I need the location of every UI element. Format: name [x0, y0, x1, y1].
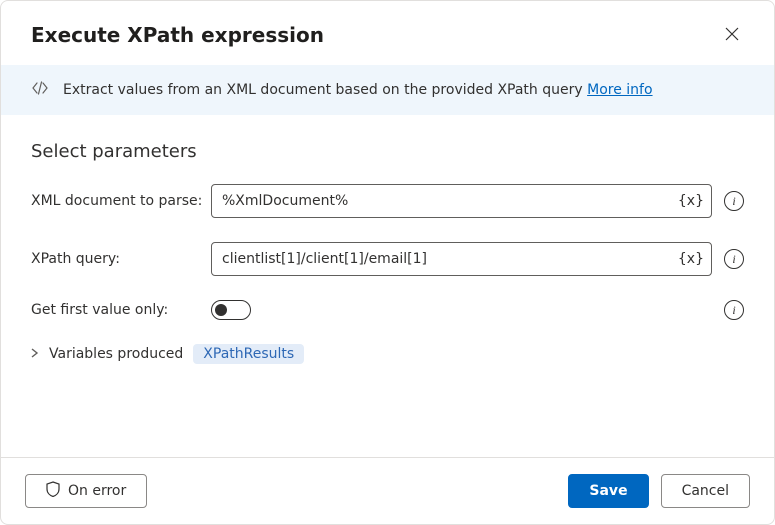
variable-picker-icon[interactable]: {x} [678, 251, 704, 267]
on-error-button[interactable]: On error [25, 474, 147, 508]
info-icon[interactable]: i [724, 191, 744, 211]
dialog-title: Execute XPath expression [31, 23, 324, 47]
section-title: Select parameters [31, 141, 744, 162]
xml-document-input[interactable] [211, 184, 712, 218]
info-text-content: Extract values from an XML document base… [63, 82, 587, 98]
cancel-button[interactable]: Cancel [661, 474, 750, 508]
close-button[interactable] [716, 19, 748, 51]
toggle-knob [215, 304, 227, 316]
variable-picker-icon[interactable]: {x} [678, 193, 704, 209]
xpath-query-input[interactable] [211, 242, 712, 276]
code-icon [31, 79, 49, 101]
dialog-header: Execute XPath expression [1, 1, 774, 65]
shield-icon [46, 481, 60, 501]
param-label: Get first value only: [31, 302, 211, 318]
dialog-body: Select parameters XML document to parse:… [1, 115, 774, 457]
chevron-right-icon[interactable] [31, 347, 39, 361]
close-icon [725, 27, 739, 44]
first-value-toggle[interactable] [211, 300, 251, 320]
variable-chip[interactable]: XPathResults [193, 344, 304, 364]
dialog-footer: On error Save Cancel [1, 457, 774, 524]
info-bar: Extract values from an XML document base… [1, 65, 774, 115]
info-icon[interactable]: i [724, 300, 744, 320]
param-xml-document: XML document to parse: {x} i [31, 184, 744, 218]
variables-produced-row: Variables produced XPathResults [31, 344, 744, 364]
info-text: Extract values from an XML document base… [63, 82, 653, 98]
more-info-link[interactable]: More info [587, 82, 652, 98]
param-label: XML document to parse: [31, 193, 211, 209]
save-button[interactable]: Save [568, 474, 648, 508]
param-xpath-query: XPath query: {x} i [31, 242, 744, 276]
dialog: Execute XPath expression Extract values … [0, 0, 775, 525]
variables-produced-label: Variables produced [49, 346, 183, 362]
info-icon[interactable]: i [724, 249, 744, 269]
param-first-value-only: Get first value only: i [31, 300, 744, 320]
param-label: XPath query: [31, 251, 211, 267]
on-error-label: On error [68, 483, 126, 499]
